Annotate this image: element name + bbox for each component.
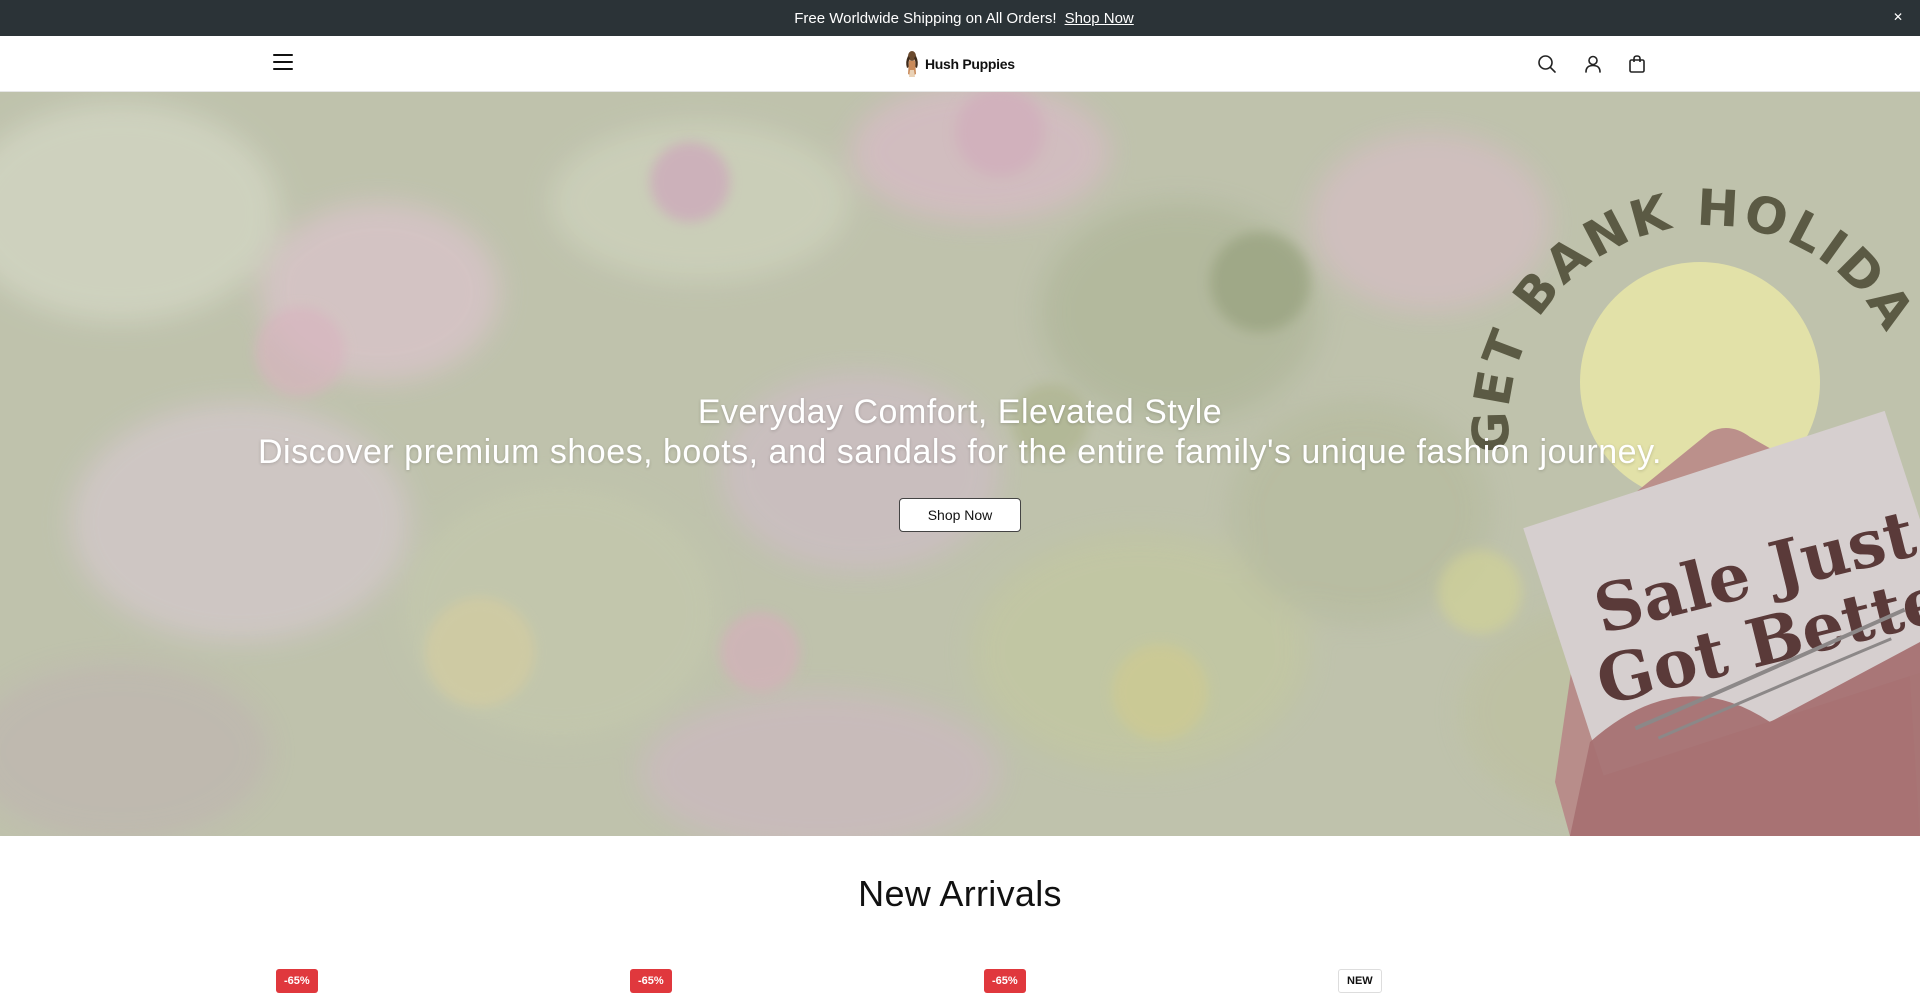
announcement-bar: Free Worldwide Shipping on All Orders! S… bbox=[0, 0, 1920, 36]
site-header: Hush Puppies bbox=[0, 36, 1920, 92]
bag-icon[interactable] bbox=[1626, 53, 1648, 75]
hero-title: Everyday Comfort, Elevated Style bbox=[697, 393, 1223, 431]
announcement-text: Free Worldwide Shipping on All Orders! bbox=[794, 9, 1057, 27]
discount-badge: -65% bbox=[984, 969, 1026, 993]
product-card[interactable]: -65% bbox=[974, 957, 1304, 993]
brand-logo[interactable]: Hush Puppies bbox=[903, 49, 1015, 79]
product-card[interactable]: -65% bbox=[266, 957, 596, 993]
close-icon[interactable]: ✕ bbox=[1890, 9, 1906, 25]
hero-subtitle: Discover premium shoes, boots, and sanda… bbox=[257, 433, 1662, 471]
dog-logo-icon bbox=[906, 51, 918, 77]
user-icon[interactable] bbox=[1582, 53, 1604, 75]
discount-badge: -65% bbox=[630, 969, 672, 993]
hero-banner: GET BANK HOLIDAY READY Sale Just Got Bet… bbox=[0, 92, 1920, 836]
discount-badge: -65% bbox=[276, 969, 318, 993]
new-arrivals-title: New Arrivals bbox=[858, 873, 1062, 914]
brand-wordmark: Hush Puppies bbox=[925, 56, 1015, 72]
product-card[interactable]: -65% bbox=[620, 957, 950, 993]
sale-promo-graphic: GET BANK HOLIDAY READY Sale Just Got Bet… bbox=[1430, 182, 1920, 836]
new-badge: NEW bbox=[1338, 969, 1382, 993]
hero-text: Everyday Comfort, Elevated Style Discove… bbox=[0, 392, 1920, 472]
hero-shop-now-button[interactable]: Shop Now bbox=[899, 498, 1021, 532]
search-icon[interactable] bbox=[1536, 53, 1558, 75]
menu-icon[interactable] bbox=[273, 54, 293, 72]
announcement-message: Free Worldwide Shipping on All Orders! S… bbox=[786, 10, 1134, 27]
announcement-shop-now-link[interactable]: Shop Now bbox=[1065, 10, 1134, 27]
product-card[interactable]: NEW bbox=[1328, 957, 1658, 993]
